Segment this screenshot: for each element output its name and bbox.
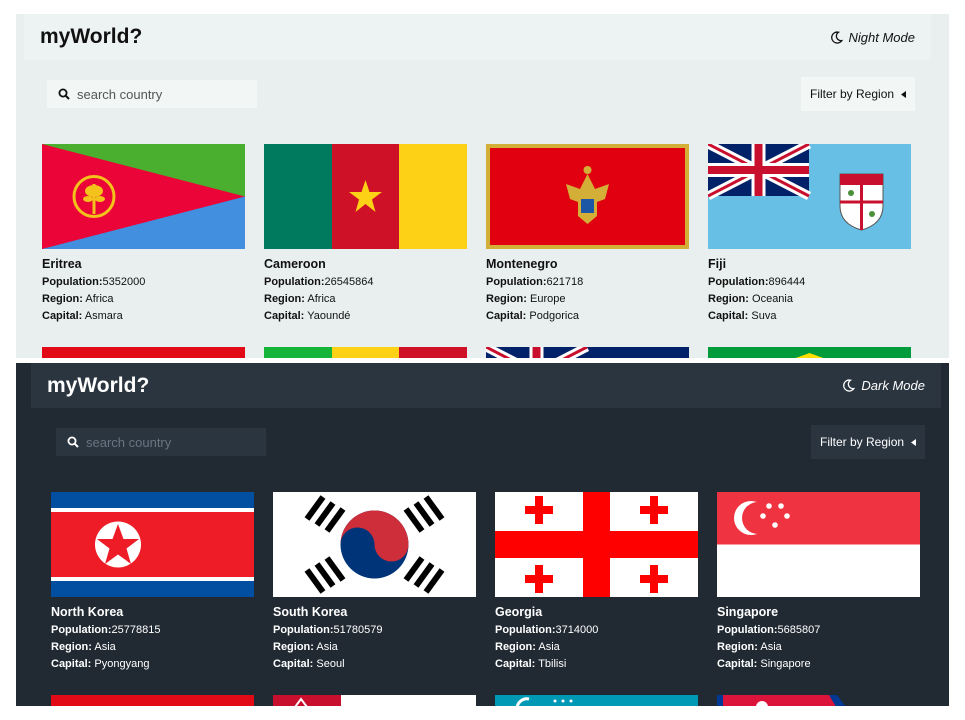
region-line: Region: Oceania [708, 293, 793, 305]
caret-left-icon [901, 90, 907, 98]
region-filter-dropdown[interactable]: Filter by Region [811, 425, 926, 459]
search-input[interactable] [86, 434, 256, 450]
country-card[interactable]: South Korea Population:51780579 Region: … [273, 492, 476, 673]
country-card[interactable]: Georgia Population:3714000 Region: Asia … [495, 492, 698, 673]
capital-line: Capital: Asmara [42, 310, 123, 322]
brand-title: myWorld? [47, 373, 150, 397]
flag-peek [51, 695, 254, 706]
mode-label: Night Mode [848, 29, 915, 45]
population-line: Population:5352000 [42, 276, 146, 288]
flag-peek [273, 695, 476, 706]
country-name: North Korea [51, 605, 124, 619]
region-line: Region: Asia [495, 641, 560, 653]
flag-peek [717, 695, 920, 706]
flag-cameroon [264, 144, 467, 249]
flag-peek [264, 347, 467, 358]
capital-line: Capital: Podgorica [486, 310, 579, 322]
caret-left-icon [911, 438, 917, 446]
population-line: Population:51780579 [273, 624, 383, 636]
country-card[interactable]: Fiji Population:896444 Region: Oceania C… [708, 144, 911, 325]
country-name: Georgia [495, 605, 543, 619]
population-line: Population:26545864 [264, 276, 374, 288]
region-filter-dropdown[interactable]: Filter by Region [801, 77, 916, 111]
population-line: Population:5685807 [717, 624, 821, 636]
flag-peek [42, 347, 245, 358]
brand-title: myWorld? [40, 25, 143, 48]
light-mode-screen: myWorld? Night Mode Filter by Region Eri… [16, 14, 949, 358]
population-line: Population:896444 [708, 276, 806, 288]
search-box [47, 80, 257, 108]
region-line: Region: Asia [51, 641, 116, 653]
flag-singapore [717, 492, 920, 597]
capital-line: Capital: Pyongyang [51, 658, 150, 670]
region-line: Region: Asia [717, 641, 782, 653]
flag-fiji [708, 144, 911, 249]
dark-mode-screen: myWorld? Dark Mode Filter by Region Nort… [16, 363, 949, 706]
dark-mode-toggle[interactable]: Dark Mode [843, 378, 925, 393]
country-card[interactable]: Montenegro Population:621718 Region: Eur… [486, 144, 689, 325]
flag-eritrea [42, 144, 245, 249]
flag-montenegro [486, 144, 689, 249]
flag-peek [708, 347, 911, 358]
header: myWorld? Dark Mode [31, 363, 941, 408]
country-name: Singapore [717, 605, 779, 619]
region-line: Region: Asia [273, 641, 338, 653]
night-mode-toggle[interactable]: Night Mode [830, 29, 915, 45]
search-input[interactable] [77, 86, 247, 102]
flag-peek [486, 347, 689, 358]
capital-line: Capital: Tbilisi [495, 658, 567, 670]
region-line: Region: Africa [264, 293, 336, 305]
country-card[interactable]: North Korea Population:25778815 Region: … [51, 492, 254, 673]
moon-icon [843, 379, 856, 392]
country-name: South Korea [273, 605, 348, 619]
country-card[interactable]: Singapore Population:5685807 Region: Asi… [717, 492, 920, 673]
country-card[interactable]: Cameroon Population:26545864 Region: Afr… [264, 144, 467, 325]
capital-line: Capital: Singapore [717, 658, 811, 670]
country-name: Cameroon [264, 257, 326, 271]
population-line: Population:3714000 [495, 624, 599, 636]
flag-south-korea [273, 492, 476, 597]
country-name: Eritrea [42, 257, 82, 271]
flag-peek [495, 695, 698, 706]
capital-line: Capital: Suva [708, 310, 777, 322]
country-name: Fiji [708, 257, 727, 271]
region-line: Region: Africa [42, 293, 114, 305]
region-line: Region: Europe [486, 293, 566, 305]
search-box [56, 428, 266, 456]
search-icon [67, 436, 79, 448]
mode-label: Dark Mode [861, 378, 925, 393]
capital-line: Capital: Yaoundé [264, 310, 351, 322]
population-line: Population:621718 [486, 276, 584, 288]
country-name: Montenegro [486, 257, 558, 271]
flag-north-korea [51, 492, 254, 597]
capital-line: Capital: Seoul [273, 658, 345, 670]
filter-label: Filter by Region [810, 87, 895, 101]
filter-label: Filter by Region [820, 435, 905, 449]
moon-icon [830, 30, 843, 44]
flag-georgia [495, 492, 698, 597]
search-icon [58, 88, 70, 100]
population-line: Population:25778815 [51, 624, 161, 636]
header: myWorld? Night Mode [24, 14, 931, 60]
country-card[interactable]: Eritrea Population:5352000 Region: Afric… [42, 144, 245, 325]
